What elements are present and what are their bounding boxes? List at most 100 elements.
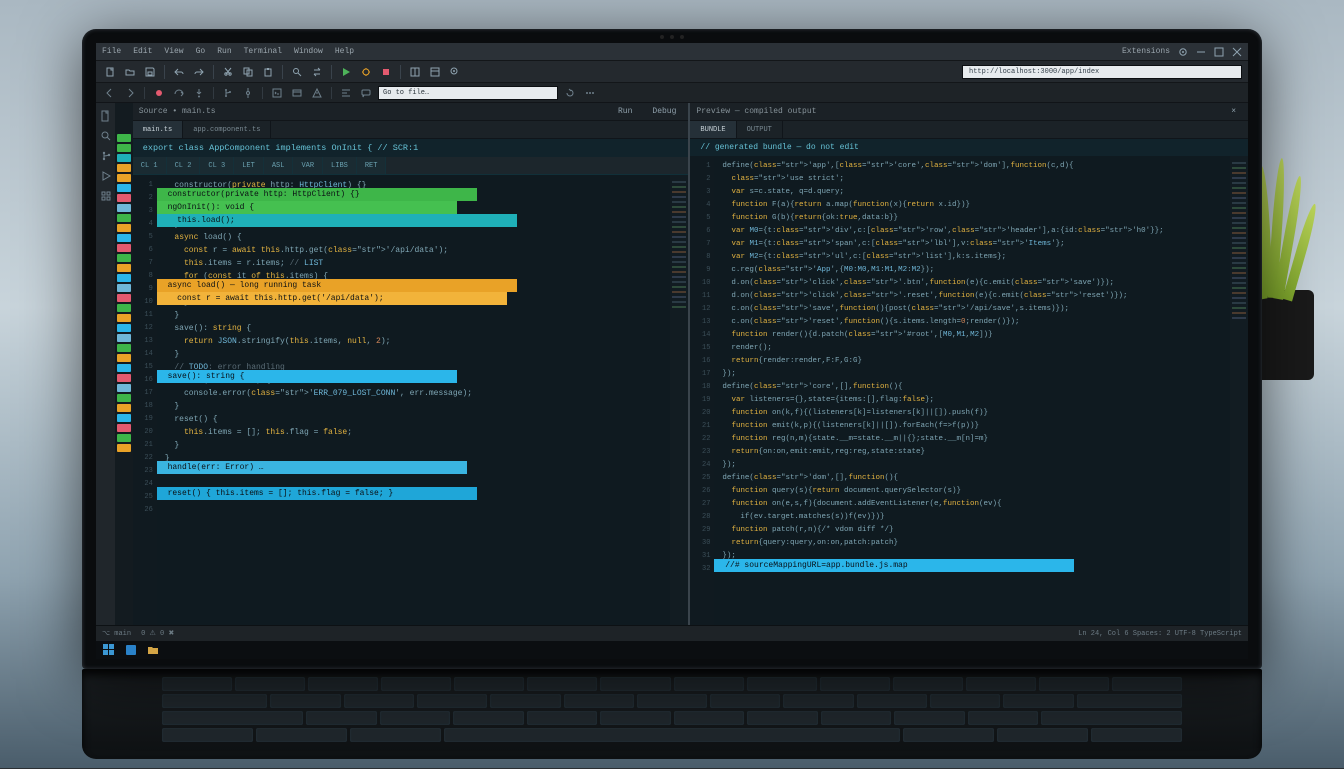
extensions-icon[interactable]	[99, 189, 113, 203]
menu-window[interactable]: Window	[294, 47, 323, 56]
code-line[interactable]: function on(k,f){(listeners[k]=listeners…	[722, 407, 1222, 420]
highlighted-line[interactable]: save(): string {	[157, 370, 457, 383]
menu-edit[interactable]: Edit	[133, 47, 152, 56]
debug-button[interactable]: Debug	[646, 107, 682, 116]
maximize-icon[interactable]	[1214, 47, 1224, 57]
menu-run[interactable]: Run	[217, 47, 231, 56]
more-icon[interactable]	[582, 85, 598, 101]
undo-icon[interactable]	[171, 64, 187, 80]
code-line[interactable]: const r = await this.http.get(class="str…	[165, 244, 663, 257]
debug-activity-icon[interactable]	[99, 169, 113, 183]
subtab[interactable]: CL 3	[200, 157, 234, 174]
code-line[interactable]: function query(s){return document.queryS…	[722, 485, 1222, 498]
format-icon[interactable]	[338, 85, 354, 101]
taskbar-folder-icon[interactable]	[146, 643, 160, 657]
code-line[interactable]: }	[165, 439, 663, 452]
redo-icon[interactable]	[191, 64, 207, 80]
cut-icon[interactable]	[220, 64, 236, 80]
search-icon[interactable]	[289, 64, 305, 80]
step-over-icon[interactable]	[171, 85, 187, 101]
code-line[interactable]: function render(){d.patch(class="str">'#…	[722, 329, 1222, 342]
code-line[interactable]: function G(b){return{ok:true,data:b}}	[722, 212, 1222, 225]
code-line[interactable]: this.items = r.items; // LIST	[165, 257, 663, 270]
tab-bundle[interactable]: BUNDLE	[690, 121, 736, 138]
commit-icon[interactable]	[240, 85, 256, 101]
subtab[interactable]: ASL	[264, 157, 294, 174]
menu-file[interactable]: File	[102, 47, 121, 56]
goto-file-field[interactable]: Go to file…	[378, 86, 558, 100]
code-line[interactable]: c.reg(class="str">'App',{M0:M0,M1:M1,M2:…	[722, 264, 1222, 277]
layout-icon[interactable]	[427, 64, 443, 80]
tab-main[interactable]: main.ts	[133, 121, 183, 138]
tab-output[interactable]: OUTPUT	[737, 121, 783, 138]
new-file-icon[interactable]	[102, 64, 118, 80]
code-line[interactable]: if(ev.target.matches(s))f(ev)})}	[722, 511, 1222, 524]
zoom-icon[interactable]	[447, 64, 463, 80]
code-line[interactable]: function reg(n,m){state.__m=state.__m||{…	[722, 433, 1222, 446]
highlighted-line[interactable]: const r = await this.http.get('/api/data…	[157, 292, 507, 305]
code-line[interactable]: var M1={t:class="str">'span',c:[class="s…	[722, 238, 1222, 251]
forward-icon[interactable]	[122, 85, 138, 101]
code-line[interactable]: function patch(r,n){/* vdom diff */}	[722, 524, 1222, 537]
code-line[interactable]: c.on(class="str">'reset',function(){s.it…	[722, 316, 1222, 329]
highlighted-line[interactable]: reset() { this.items = []; this.flag = f…	[157, 487, 477, 500]
code-line[interactable]: }	[165, 309, 663, 322]
menu-help[interactable]: Help	[335, 47, 354, 56]
left-editor[interactable]: 1234567891011121314151617181920212223242…	[133, 175, 689, 625]
code-line[interactable]: define(class="str">'app',[class="str">'c…	[722, 160, 1222, 173]
right-editor[interactable]: 1234567891011121314151617181920212223242…	[690, 156, 1248, 625]
code-line[interactable]: return JSON.stringify(this.items, null, …	[165, 335, 663, 348]
minimize-icon[interactable]	[1196, 47, 1206, 57]
code-line[interactable]: var listeners={},state={items:[],flag:fa…	[722, 394, 1222, 407]
code-line[interactable]: return{render:render,F:F,G:G}	[722, 355, 1222, 368]
code-line[interactable]: d.on(class="str">'click',class="str">'.r…	[722, 290, 1222, 303]
right-code-area[interactable]: define(class="str">'app',[class="str">'c…	[714, 156, 1230, 625]
menu-go[interactable]: Go	[196, 47, 206, 56]
split-editor-icon[interactable]	[407, 64, 423, 80]
highlighted-line[interactable]: //# sourceMappingURL=app.bundle.js.map	[714, 559, 1074, 572]
terminal-icon[interactable]	[269, 85, 285, 101]
close-pane-button[interactable]: ×	[1225, 107, 1242, 116]
settings-icon[interactable]	[1178, 47, 1188, 57]
code-line[interactable]: define(class="str">'dom',[],function(){	[722, 472, 1222, 485]
tab-appcomponent[interactable]: app.component.ts	[183, 121, 271, 138]
code-line[interactable]: function F(a){return a.map(function(x){r…	[722, 199, 1222, 212]
menu-terminal[interactable]: Terminal	[244, 47, 282, 56]
close-icon[interactable]	[1232, 47, 1242, 57]
replace-icon[interactable]	[309, 64, 325, 80]
taskbar-app-icon[interactable]	[124, 643, 138, 657]
highlighted-line[interactable]: ngOnInit(): void {	[157, 201, 457, 214]
code-line[interactable]: return{query:query,on:on,patch:patch}	[722, 537, 1222, 550]
code-line[interactable]: save(): string {	[165, 322, 663, 335]
code-line[interactable]: function emit(k,p){(listeners[k]||[]).fo…	[722, 420, 1222, 433]
subtab[interactable]: LET	[234, 157, 264, 174]
debug-icon[interactable]	[358, 64, 374, 80]
code-line[interactable]: async load() {	[165, 231, 663, 244]
code-line[interactable]: });	[722, 368, 1222, 381]
subtab[interactable]: CL 2	[167, 157, 201, 174]
step-into-icon[interactable]	[191, 85, 207, 101]
save-icon[interactable]	[142, 64, 158, 80]
code-line[interactable]: var M2={t:class="str">'ul',c:[class="str…	[722, 251, 1222, 264]
code-line[interactable]: return{on:on,emit:emit,reg:reg,state:sta…	[722, 446, 1222, 459]
comment-icon[interactable]	[358, 85, 374, 101]
left-minimap[interactable]	[670, 175, 688, 625]
code-line[interactable]: reset() {	[165, 413, 663, 426]
subtab[interactable]: LIBS	[323, 157, 357, 174]
code-line[interactable]: c.on(class="str">'save',function(){post(…	[722, 303, 1222, 316]
git-branch-status[interactable]: ⌥ main	[102, 629, 131, 638]
explorer-icon[interactable]	[99, 109, 113, 123]
code-line[interactable]: this.items = []; this.flag = false;	[165, 426, 663, 439]
code-line[interactable]: var s=c.state, q=d.query;	[722, 186, 1222, 199]
code-line[interactable]: d.on(class="str">'click',class="str">'.b…	[722, 277, 1222, 290]
start-button[interactable]	[102, 643, 116, 657]
output-icon[interactable]	[289, 85, 305, 101]
code-line[interactable]: define(class="str">'core',[],function(){	[722, 381, 1222, 394]
back-icon[interactable]	[102, 85, 118, 101]
paste-icon[interactable]	[260, 64, 276, 80]
open-folder-icon[interactable]	[122, 64, 138, 80]
cursor-status[interactable]: Ln 24, Col 6 Spaces: 2 UTF-8 TypeScript	[1078, 630, 1242, 638]
left-code-area[interactable]: constructor(private http: HttpClient) {}…	[157, 175, 671, 625]
run-icon[interactable]	[338, 64, 354, 80]
right-minimap[interactable]	[1230, 156, 1248, 625]
